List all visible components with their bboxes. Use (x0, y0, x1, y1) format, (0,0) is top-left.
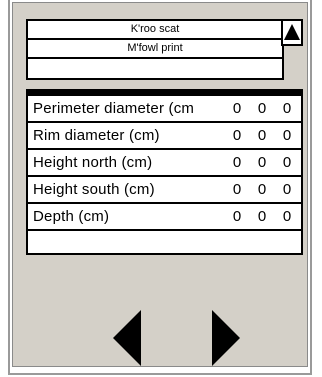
table-row: Depth (cm) 0 0 0 (28, 204, 301, 231)
triangle-right-icon (212, 310, 240, 366)
table-row: Rim diameter (cm) 0 0 0 (28, 123, 301, 150)
table-row: Perimeter diameter (cm 0 0 0 (28, 96, 301, 123)
value-field[interactable]: 0 (255, 96, 269, 121)
row-label: Height north (cm) (33, 154, 153, 171)
value-field[interactable]: 0 (280, 96, 294, 121)
value-field[interactable]: 0 (255, 150, 269, 175)
value-field[interactable]: 0 (230, 96, 244, 121)
value-field[interactable]: 0 (280, 177, 294, 202)
value-field[interactable]: 0 (230, 150, 244, 175)
value-field[interactable]: 0 (280, 150, 294, 175)
value-field[interactable]: 0 (280, 204, 294, 229)
row-label: Depth (cm) (33, 208, 110, 225)
value-field[interactable]: 0 (255, 177, 269, 202)
value-field[interactable]: 0 (255, 123, 269, 148)
device-screen: K'roo scat M'fowl print Perimeter diamet… (8, 0, 312, 375)
row-label: Perimeter diameter (cm (33, 100, 195, 117)
row-label: Rim diameter (cm) (33, 127, 160, 144)
list-item[interactable]: M'fowl print (28, 40, 282, 59)
triangle-up-icon (284, 24, 300, 40)
triangle-left-icon (113, 310, 141, 366)
measurements-table: Perimeter diameter (cm 0 0 0 Rim diamete… (26, 89, 303, 255)
scroll-up-button[interactable] (281, 19, 303, 46)
record-list[interactable]: K'roo scat M'fowl print (26, 19, 284, 80)
next-button[interactable] (210, 310, 240, 366)
row-label: Height south (cm) (33, 181, 155, 198)
value-field[interactable]: 0 (230, 123, 244, 148)
list-item[interactable] (28, 59, 282, 78)
value-field[interactable]: 0 (230, 177, 244, 202)
table-row: Height north (cm) 0 0 0 (28, 150, 301, 177)
form-panel: K'roo scat M'fowl print Perimeter diamet… (12, 2, 308, 367)
table-row: Height south (cm) 0 0 0 (28, 177, 301, 204)
value-field[interactable]: 0 (280, 123, 294, 148)
value-field[interactable]: 0 (255, 204, 269, 229)
list-item[interactable]: K'roo scat (28, 21, 282, 40)
value-field[interactable]: 0 (230, 204, 244, 229)
previous-button[interactable] (113, 310, 143, 366)
